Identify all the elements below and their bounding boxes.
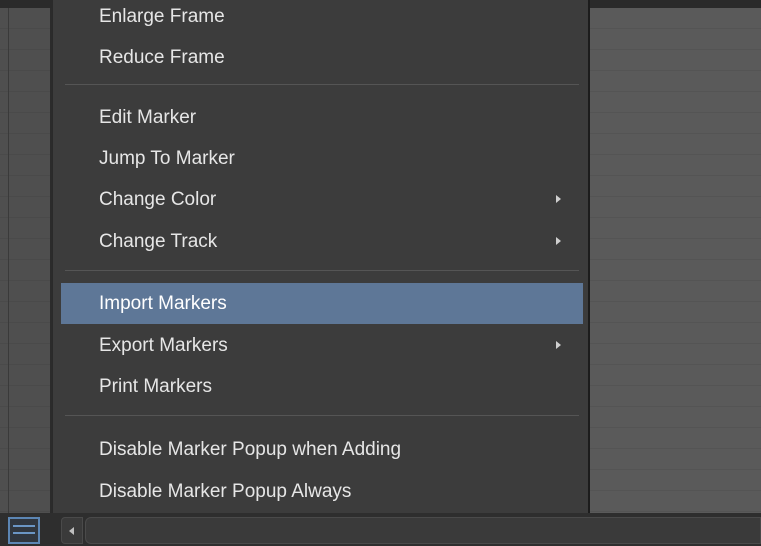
menu-item-label: Change Track bbox=[99, 231, 218, 252]
menu-item-label: Import Markers bbox=[99, 293, 227, 314]
menu-item-enlarge-frame[interactable]: Enlarge Frame bbox=[61, 0, 583, 37]
menu-item-label: Reduce Frame bbox=[99, 47, 225, 68]
column-divider bbox=[8, 8, 9, 513]
list-view-icon[interactable] bbox=[8, 517, 40, 544]
menu-item-label: Change Color bbox=[99, 189, 217, 210]
app-window: Enlarge Frame Reduce Frame Edit Marker J… bbox=[0, 0, 761, 546]
menu-item-label: Print Markers bbox=[99, 376, 212, 397]
menu-item-label: Disable Marker Popup when Adding bbox=[99, 439, 402, 460]
menu-item-print-markers[interactable]: Print Markers bbox=[61, 366, 583, 407]
menu-item-jump-to-marker[interactable]: Jump To Marker bbox=[61, 138, 583, 179]
scroll-left-button[interactable] bbox=[61, 517, 83, 544]
menu-separator bbox=[65, 84, 579, 85]
menu-item-label: Jump To Marker bbox=[99, 148, 235, 169]
menu-item-disable-popup-always[interactable]: Disable Marker Popup Always bbox=[61, 471, 583, 512]
menu-item-reduce-frame[interactable]: Reduce Frame bbox=[61, 37, 583, 78]
menu-item-export-markers[interactable]: Export Markers bbox=[61, 325, 583, 366]
menu-item-change-track[interactable]: Change Track bbox=[61, 221, 583, 262]
menu-item-change-color[interactable]: Change Color bbox=[61, 179, 583, 220]
scroll-left-arrow-icon bbox=[69, 527, 74, 535]
menu-separator bbox=[65, 415, 579, 416]
menu-item-edit-marker[interactable]: Edit Marker bbox=[61, 97, 583, 138]
chevron-right-icon bbox=[556, 195, 561, 203]
timeline-tracks[interactable] bbox=[590, 8, 761, 513]
icon-line bbox=[13, 532, 35, 534]
menu-item-label: Enlarge Frame bbox=[99, 6, 225, 27]
menu-item-label: Export Markers bbox=[99, 335, 228, 356]
menu-separator bbox=[65, 270, 579, 271]
chevron-right-icon bbox=[556, 237, 561, 245]
horizontal-scrollbar[interactable] bbox=[85, 517, 761, 544]
menu-item-import-markers[interactable]: Import Markers bbox=[61, 283, 583, 324]
chevron-right-icon bbox=[556, 341, 561, 349]
icon-line bbox=[13, 525, 35, 527]
menu-item-label: Edit Marker bbox=[99, 107, 197, 128]
menu-item-label: Disable Marker Popup Always bbox=[99, 481, 352, 502]
marker-context-menu: Enlarge Frame Reduce Frame Edit Marker J… bbox=[52, 0, 590, 513]
menu-item-disable-popup-when-adding[interactable]: Disable Marker Popup when Adding bbox=[61, 429, 583, 470]
